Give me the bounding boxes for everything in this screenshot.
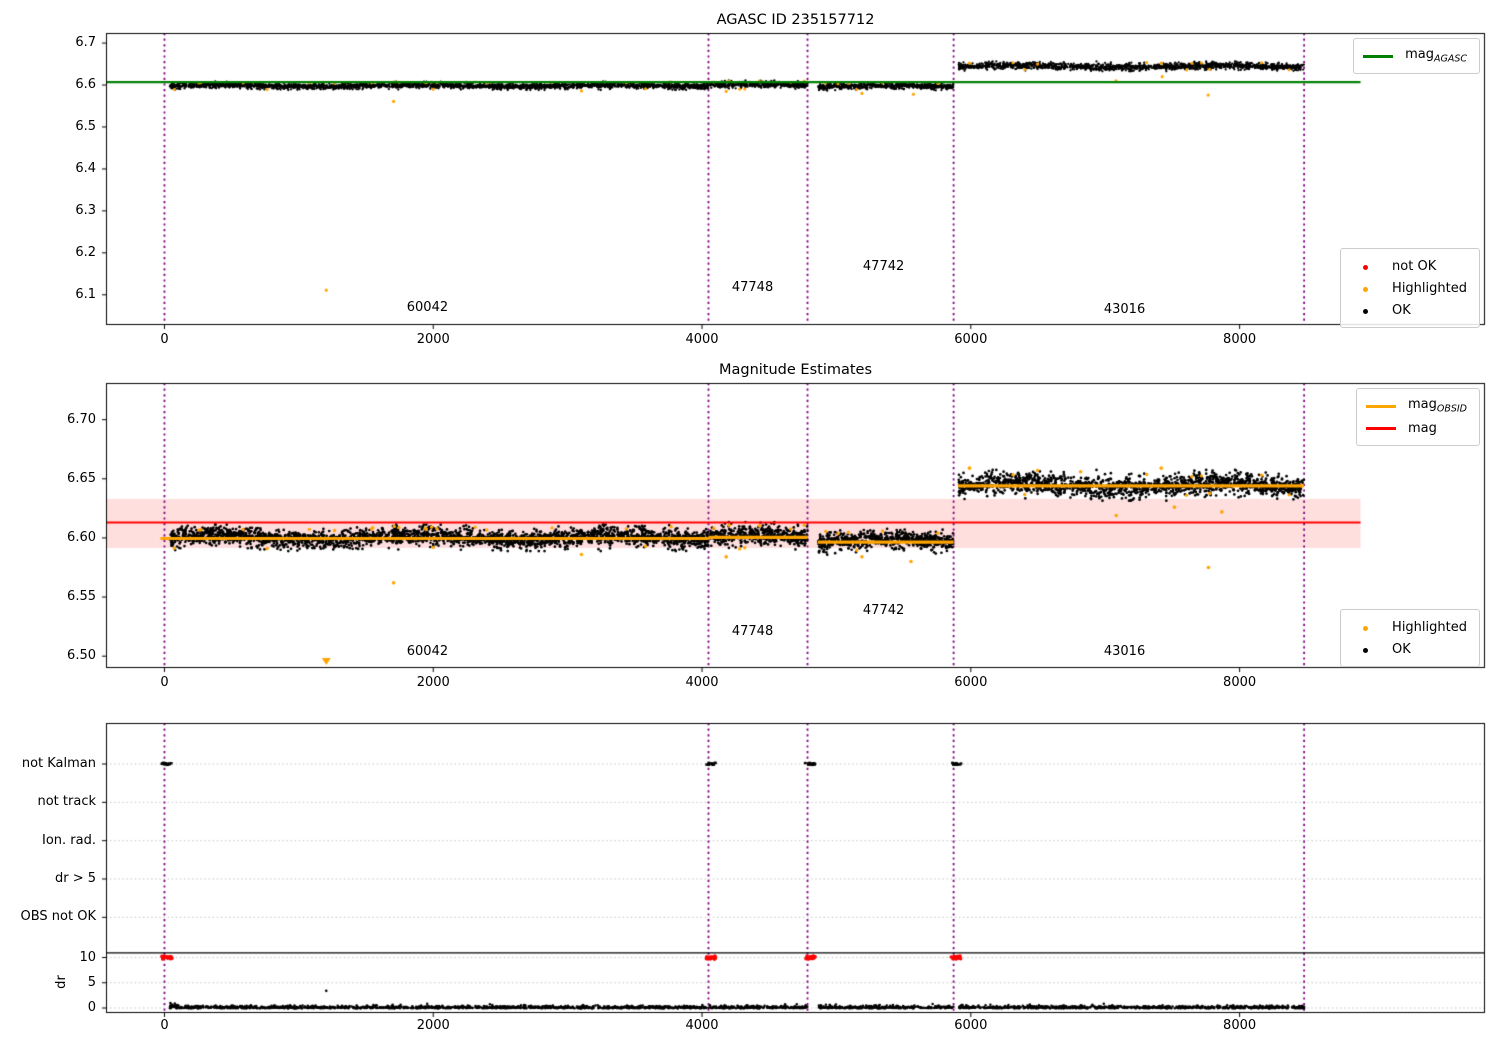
legend-label: OK [1392, 641, 1411, 657]
x-tick-label: 4000 [685, 1018, 719, 1033]
red-dot-swatch-icon [1350, 259, 1380, 274]
legend-label-subscript: AGASC [1433, 53, 1467, 65]
green-line-swatch-icon [1363, 54, 1394, 58]
legend-label: magAGASC [1405, 47, 1467, 65]
legend-box: magOBSID mag [1355, 388, 1480, 446]
obsid-label: 43016 [1103, 644, 1146, 660]
category-label: not Kalman [21, 756, 96, 771]
dr-axis-label: dr [54, 975, 69, 989]
obsid-label: 47742 [862, 258, 905, 274]
x-tick-label: 2000 [416, 1018, 450, 1033]
legend-item-highlighted: Highlighted [1350, 277, 1467, 299]
orange-line-swatch-icon [1365, 404, 1396, 408]
x-tick-label: 2000 [416, 332, 450, 347]
x-tick-label: 8000 [1223, 675, 1257, 690]
y-tick-label: 6.55 [67, 589, 96, 605]
legend-label: mag [1408, 421, 1437, 436]
y-tick-label: 6.6 [75, 77, 96, 93]
orange-dot-swatch-icon [1350, 620, 1380, 635]
legend-item-mag-obsid: magOBSID [1365, 395, 1467, 417]
legend-label: magOBSID [1408, 397, 1467, 415]
obsid-label: 47748 [731, 623, 774, 639]
black-dot-swatch-icon [1350, 303, 1380, 318]
legend-label: not OK [1392, 258, 1437, 274]
x-tick-label: 4000 [685, 675, 719, 690]
x-tick-label: 2000 [416, 675, 450, 690]
y-tick-label: 6.70 [67, 411, 96, 427]
category-label: not track [37, 794, 96, 810]
y-tick-label: 6.60 [67, 529, 96, 545]
agasc-report-figure: AGASC ID 235157712 Magnitude Estimates 6.1… [0, 0, 1500, 1050]
y-tick-label: 6.2 [75, 244, 96, 260]
legend-label: Highlighted [1392, 619, 1467, 635]
dr-tick-label: 10 [79, 949, 96, 965]
obsid-label: 43016 [1103, 301, 1146, 317]
legend-box: not OK Highlighted OK [1340, 248, 1480, 328]
category-label: OBS not OK [20, 909, 97, 925]
legend-item-mag-agasc: magAGASC [1363, 45, 1467, 67]
y-tick-label: 6.3 [75, 202, 96, 218]
black-dot-swatch-icon [1350, 642, 1380, 657]
legend-item-highlighted: Highlighted [1350, 616, 1467, 638]
chart-title-agasc: AGASC ID 235157712 [716, 12, 875, 28]
x-tick-label: 0 [160, 332, 169, 347]
y-tick-label: 6.1 [75, 286, 96, 302]
chart-canvas [0, 0, 1500, 1050]
obsid-label: 47742 [862, 603, 905, 619]
x-tick-label: 6000 [954, 675, 988, 690]
category-label: Ion. rad. [42, 832, 96, 848]
y-tick-label: 6.5 [75, 118, 96, 134]
x-tick-label: 6000 [954, 1018, 988, 1033]
obsid-label: 60042 [406, 299, 449, 315]
x-tick-label: 0 [160, 1018, 169, 1033]
legend-item-mag-: mag [1365, 417, 1467, 439]
dr-tick-label: 0 [87, 1000, 96, 1015]
legend-label-main: mag [1405, 47, 1434, 63]
x-tick-label: 6000 [954, 332, 988, 347]
legend-box: magAGASC [1353, 38, 1480, 74]
legend-label: Highlighted [1392, 280, 1467, 296]
legend-item-not-ok: not OK [1350, 255, 1467, 277]
x-tick-label: 8000 [1223, 1018, 1257, 1033]
orange-dot-swatch-icon [1350, 281, 1380, 296]
y-tick-label: 6.50 [67, 648, 96, 664]
y-tick-label: 6.65 [67, 470, 96, 486]
red-line-swatch-icon [1365, 426, 1396, 430]
legend-label-main: mag [1407, 420, 1437, 436]
x-tick-label: 0 [160, 675, 169, 690]
obsid-label: 60042 [406, 644, 449, 660]
legend-box: Highlighted OK [1340, 609, 1480, 667]
dr-tick-label: 5 [87, 974, 96, 990]
x-tick-label: 4000 [685, 332, 719, 347]
x-tick-label: 8000 [1223, 332, 1257, 347]
category-label: dr > 5 [54, 870, 96, 886]
legend-label-main: mag [1407, 397, 1437, 413]
legend-item-ok: OK [1350, 638, 1467, 660]
y-tick-label: 6.4 [75, 160, 96, 176]
legend-item-ok: OK [1350, 299, 1467, 321]
legend-label-subscript: OBSID [1436, 403, 1467, 415]
obsid-label: 47748 [731, 279, 774, 295]
chart-title-magnitude-estimates: Magnitude Estimates [718, 362, 873, 378]
legend-label: OK [1392, 302, 1411, 318]
y-tick-label: 6.7 [75, 35, 96, 51]
